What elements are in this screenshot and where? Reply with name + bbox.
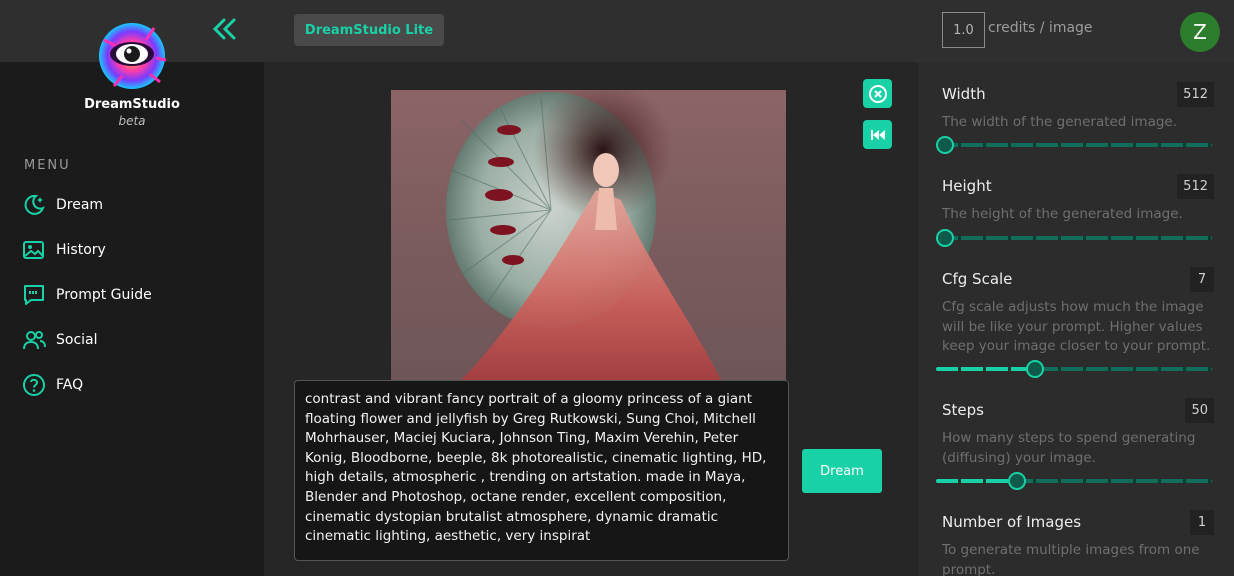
brand-subtitle: beta xyxy=(118,114,146,128)
setting-description: Cfg scale adjusts how much the image wil… xyxy=(942,299,1211,354)
number-of-images-value[interactable]: 1 xyxy=(1190,510,1214,535)
brand-name: DreamStudio xyxy=(84,97,180,112)
generated-image[interactable] xyxy=(391,90,786,380)
credits-value: 1.0 xyxy=(942,12,985,48)
setting-label: Number of Images xyxy=(942,513,1082,531)
cfg-scale-value[interactable]: 7 xyxy=(1190,267,1214,292)
sidebar-item-label: FAQ xyxy=(56,377,84,393)
cfg-scale-slider[interactable] xyxy=(936,360,1212,378)
user-avatar[interactable]: Z xyxy=(1180,12,1220,52)
setting-description: How many steps to spend generating (diff… xyxy=(942,430,1196,466)
sidebar-item-social[interactable]: Social xyxy=(22,327,98,353)
sidebar-item-dream[interactable]: Dream xyxy=(22,192,103,218)
sidebar-item-history[interactable]: History xyxy=(22,237,106,263)
question-circle-icon xyxy=(22,373,46,397)
setting-label: Steps xyxy=(942,401,984,419)
menu-title: MENU xyxy=(24,158,71,173)
sidebar-item-label: History xyxy=(56,242,106,258)
setting-description: The height of the generated image. xyxy=(942,206,1183,222)
height-value[interactable]: 512 xyxy=(1177,174,1214,199)
rewind-button[interactable] xyxy=(863,120,892,149)
close-circle-icon xyxy=(868,84,887,103)
slider-thumb[interactable] xyxy=(936,229,954,247)
collapse-sidebar-button[interactable] xyxy=(210,16,238,42)
slider-thumb[interactable] xyxy=(1008,472,1026,490)
gallery-icon xyxy=(22,238,46,262)
sidebar-item-label: Dream xyxy=(56,197,104,213)
quote-bubble-icon xyxy=(22,283,46,307)
setting-label: Height xyxy=(942,177,992,195)
width-value[interactable]: 512 xyxy=(1177,82,1214,107)
prompt-input[interactable]: contrast and vibrant fancy portrait of a… xyxy=(294,380,789,561)
width-slider[interactable] xyxy=(936,136,1212,154)
users-icon xyxy=(22,328,46,352)
left-sidebar xyxy=(0,62,264,576)
dream-button[interactable]: Dream xyxy=(802,449,882,493)
cancel-button[interactable] xyxy=(863,79,892,108)
moon-stars-icon xyxy=(22,193,46,217)
sidebar-item-prompt-guide[interactable]: Prompt Guide xyxy=(22,282,152,308)
height-slider[interactable] xyxy=(936,229,1212,247)
sidebar-item-label: Social xyxy=(56,332,98,348)
setting-label: Width xyxy=(942,85,986,103)
steps-slider[interactable] xyxy=(936,472,1212,490)
credits-label: credits / image xyxy=(988,20,1093,36)
setting-description: To generate multiple images from one pro… xyxy=(942,542,1200,576)
skip-back-icon xyxy=(870,129,885,140)
steps-value[interactable]: 50 xyxy=(1185,398,1214,423)
sidebar-item-faq[interactable]: FAQ xyxy=(22,372,83,398)
setting-label: Cfg Scale xyxy=(942,270,1013,288)
slider-thumb[interactable] xyxy=(936,136,954,154)
sidebar-item-label: Prompt Guide xyxy=(56,287,152,303)
slider-thumb[interactable] xyxy=(1026,360,1044,378)
setting-description: The width of the generated image. xyxy=(942,114,1178,130)
dreamstudio-logo xyxy=(94,20,174,92)
app-title-pill[interactable]: DreamStudio Lite xyxy=(294,14,444,46)
double-chevron-left-icon xyxy=(212,18,236,40)
